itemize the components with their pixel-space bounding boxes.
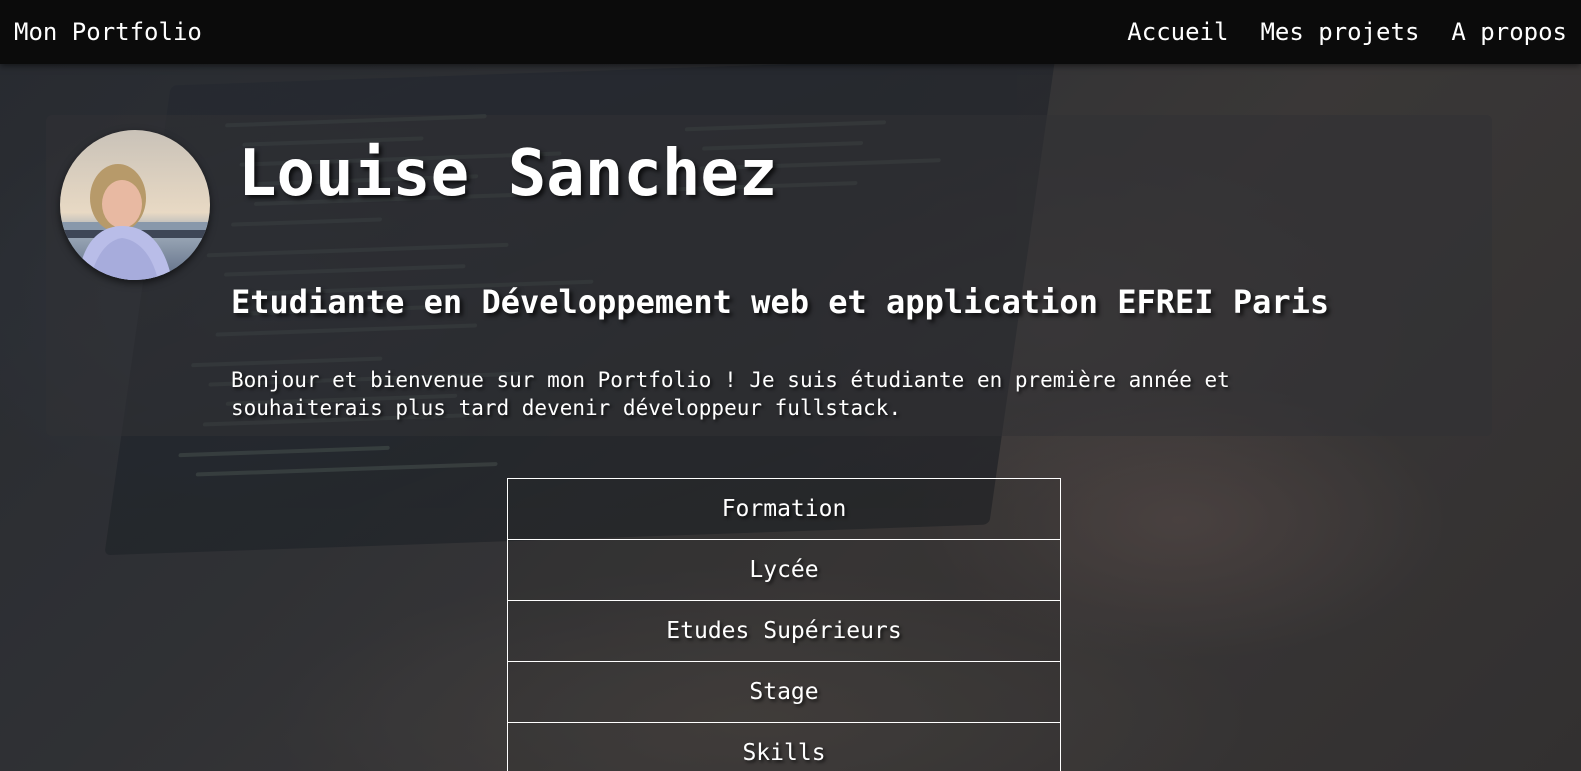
menu-item-lycee[interactable]: Lycée (507, 539, 1061, 601)
top-navbar: Mon Portfolio Accueil Mes projets A prop… (0, 0, 1581, 64)
brand-link[interactable]: Mon Portfolio (14, 16, 202, 48)
menu-item-stage[interactable]: Stage (507, 661, 1061, 723)
nav-link-mes-projets[interactable]: Mes projets (1260, 16, 1419, 48)
menu-item-etudes-superieurs[interactable]: Etudes Supérieurs (507, 600, 1061, 662)
nav-link-a-propos[interactable]: A propos (1451, 16, 1567, 48)
nav-link-accueil[interactable]: Accueil (1127, 16, 1228, 48)
avatar (60, 130, 210, 280)
page-title: Louise Sanchez (238, 137, 778, 211)
section-menu: Formation Lycée Etudes Supérieurs Stage … (507, 478, 1061, 771)
menu-item-formation[interactable]: Formation (507, 478, 1061, 540)
nav-links: Accueil Mes projets A propos (1127, 16, 1567, 48)
menu-item-skills[interactable]: Skills (507, 722, 1061, 771)
profile-photo-icon (60, 130, 210, 280)
intro-text: Bonjour et bienvenue sur mon Portfolio !… (231, 368, 1230, 420)
hero-subtitle: Etudiante en Développement web et applic… (231, 283, 1330, 321)
